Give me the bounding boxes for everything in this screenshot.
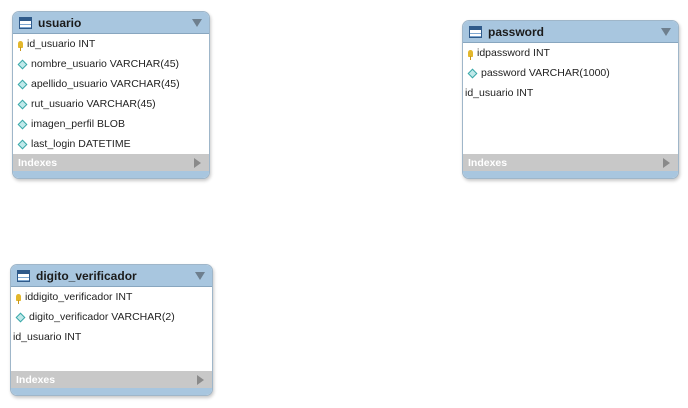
column-label: password VARCHAR(1000) <box>481 67 610 79</box>
indexes-section[interactable]: Indexes <box>11 371 212 388</box>
column-list: idpassword INT password VARCHAR(1000) id… <box>463 43 678 154</box>
primary-key-icon <box>16 293 21 304</box>
column-label: nombre_usuario VARCHAR(45) <box>31 58 180 70</box>
column-label: id_usuario INT <box>27 38 96 50</box>
expand-arrow-icon[interactable] <box>194 158 201 168</box>
table-header[interactable]: password <box>463 21 678 43</box>
collapse-arrow-icon[interactable] <box>195 272 205 280</box>
indexes-label: Indexes <box>18 156 58 169</box>
column-row[interactable]: nombre_usuario VARCHAR(45) <box>13 54 209 74</box>
column-diamond-icon <box>17 139 28 149</box>
expand-arrow-icon[interactable] <box>197 375 204 385</box>
indexes-label: Indexes <box>468 156 508 169</box>
column-label: iddigito_verificador INT <box>25 291 133 303</box>
table-icon <box>17 269 30 282</box>
column-diamond-icon <box>17 99 28 109</box>
table-password[interactable]: password idpassword INT password VARCHAR… <box>462 20 679 179</box>
table-icon <box>19 16 32 29</box>
column-list: id_usuario INT nombre_usuario VARCHAR(45… <box>13 34 209 154</box>
table-digito-verificador[interactable]: digito_verificador iddigito_verificador … <box>10 264 213 396</box>
expand-arrow-icon[interactable] <box>663 158 670 168</box>
column-list: iddigito_verificador INT digito_verifica… <box>11 287 212 371</box>
column-row[interactable]: password VARCHAR(1000) <box>463 63 678 83</box>
column-row[interactable]: imagen_perfil BLOB <box>13 114 209 134</box>
column-row[interactable]: rut_usuario VARCHAR(45) <box>13 94 209 114</box>
column-label: id_usuario INT <box>465 87 534 99</box>
collapse-arrow-icon[interactable] <box>192 19 202 27</box>
primary-key-icon <box>18 40 23 51</box>
column-label: id_usuario INT <box>13 331 82 343</box>
table-footer-bar <box>463 171 678 178</box>
column-diamond-icon <box>17 79 28 89</box>
column-diamond-icon <box>17 119 28 129</box>
table-title: usuario <box>38 15 82 30</box>
column-row[interactable]: id_usuario INT <box>13 34 209 54</box>
column-row[interactable]: idpassword INT <box>463 43 678 63</box>
column-label: imagen_perfil BLOB <box>31 118 125 130</box>
column-diamond-icon <box>15 312 26 322</box>
table-title: password <box>488 24 545 39</box>
table-usuario[interactable]: usuario id_usuario INT nombre_usuario VA… <box>12 11 210 179</box>
table-icon <box>469 25 482 38</box>
column-diamond-icon <box>467 68 478 78</box>
column-row[interactable]: id_usuario INT <box>463 83 678 103</box>
indexes-section[interactable]: Indexes <box>13 154 209 171</box>
table-header[interactable]: digito_verificador <box>11 265 212 287</box>
column-label: apellido_usuario VARCHAR(45) <box>31 78 180 90</box>
table-title: digito_verificador <box>36 268 137 283</box>
column-label: idpassword INT <box>477 47 550 59</box>
column-label: rut_usuario VARCHAR(45) <box>31 98 156 110</box>
column-label: digito_verificador VARCHAR(2) <box>29 311 175 323</box>
column-row[interactable]: last_login DATETIME <box>13 134 209 154</box>
indexes-label: Indexes <box>16 373 56 386</box>
column-row[interactable]: id_usuario INT <box>11 327 212 347</box>
column-diamond-icon <box>17 59 28 69</box>
indexes-section[interactable]: Indexes <box>463 154 678 171</box>
primary-key-icon <box>468 49 473 60</box>
collapse-arrow-icon[interactable] <box>661 28 671 36</box>
table-footer-bar <box>13 171 209 178</box>
column-row[interactable]: digito_verificador VARCHAR(2) <box>11 307 212 327</box>
column-row[interactable]: apellido_usuario VARCHAR(45) <box>13 74 209 94</box>
column-label: last_login DATETIME <box>31 138 131 150</box>
column-row[interactable]: iddigito_verificador INT <box>11 287 212 307</box>
table-header[interactable]: usuario <box>13 12 209 34</box>
table-footer-bar <box>11 388 212 395</box>
